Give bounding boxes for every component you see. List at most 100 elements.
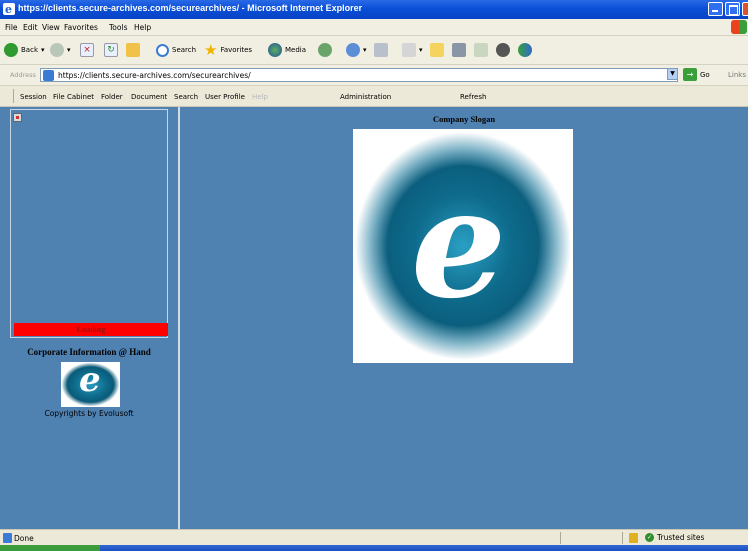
go-arrow-icon: →: [683, 68, 697, 81]
logo-letter: e: [79, 362, 101, 400]
ie-icon: e: [3, 3, 15, 16]
browser-toolbar: Back ▾ ▾ × ↻ Search ★ Favorites Media ▾ …: [0, 36, 748, 65]
menu-refresh[interactable]: Refresh: [460, 93, 486, 101]
discuss-button[interactable]: [430, 42, 444, 58]
media-icon: [268, 43, 282, 57]
menu-administration[interactable]: Administration: [340, 93, 391, 101]
window-titlebar: e https://clients.secure-archives.com/se…: [0, 0, 748, 19]
windows-logo-icon: [731, 20, 747, 34]
refresh-button[interactable]: ↻: [104, 42, 118, 58]
menu-favorites[interactable]: Favorites: [64, 23, 98, 32]
back-label: Back: [21, 46, 38, 54]
status-bar: Done ✓ Trusted sites: [0, 529, 748, 546]
menu-help-disabled: Help: [252, 93, 268, 101]
favorites-button[interactable]: ★ Favorites: [204, 42, 252, 58]
taskbar: [0, 545, 748, 551]
home-icon: [126, 43, 140, 57]
zone-label: Trusted sites: [657, 533, 705, 542]
address-url: https://clients.secure-archives.com/secu…: [58, 71, 251, 80]
menu-tools[interactable]: Tools: [109, 23, 127, 32]
go-label: Go: [700, 70, 710, 79]
status-separator: [560, 532, 561, 544]
people-icon: [518, 43, 532, 57]
page-icon: [43, 70, 54, 81]
status-text: Done: [14, 534, 34, 543]
menu-user-profile[interactable]: User Profile: [205, 93, 245, 101]
back-arrow-icon: [4, 43, 18, 57]
stop-button[interactable]: ×: [80, 42, 94, 58]
page-content: Loading Corporate Information @ Hand e C…: [0, 107, 748, 529]
menu-folder[interactable]: Folder: [101, 93, 123, 101]
print-icon: [374, 43, 388, 57]
history-button[interactable]: [318, 42, 332, 58]
edit-button[interactable]: ▾: [402, 42, 423, 58]
copyright-text: Copyrights by Evolusoft: [44, 409, 134, 418]
stop-icon: ×: [80, 43, 94, 57]
menu-edit[interactable]: Edit: [23, 23, 38, 32]
address-input[interactable]: https://clients.secure-archives.com/secu…: [40, 68, 678, 82]
address-dropdown[interactable]: ▼: [667, 68, 678, 80]
search-button[interactable]: Search: [156, 42, 196, 58]
broken-image-icon: [13, 113, 22, 122]
media-button[interactable]: Media: [268, 42, 306, 58]
favorites-label: Favorites: [220, 46, 253, 54]
mail-icon: [346, 43, 360, 57]
address-label: Address: [10, 71, 36, 79]
mail-button[interactable]: ▾: [346, 42, 367, 58]
corporate-tagline: Corporate Information @ Hand: [27, 347, 151, 357]
search-label: Search: [172, 46, 197, 54]
menu-help[interactable]: Help: [134, 23, 151, 32]
chevron-down-icon: ▾: [67, 46, 71, 54]
check-icon: ✓: [645, 533, 654, 542]
security-zone[interactable]: ✓ Trusted sites: [645, 533, 704, 542]
refresh-icon: ↻: [104, 43, 118, 57]
globe-icon: [496, 43, 510, 57]
history-icon: [318, 43, 332, 57]
maximize-button[interactable]: [725, 2, 740, 16]
back-button[interactable]: Back ▾: [4, 42, 45, 58]
research-button[interactable]: [452, 42, 466, 58]
go-button[interactable]: → Go: [683, 68, 710, 81]
navigation-frame: [10, 109, 168, 338]
window-title: https://clients.secure-archives.com/secu…: [18, 3, 363, 13]
forward-button[interactable]: ▾: [50, 42, 71, 58]
links-button[interactable]: Links: [728, 71, 746, 79]
forward-arrow-icon: [50, 43, 64, 57]
discuss-icon: [430, 43, 444, 57]
search-icon: [156, 43, 169, 57]
print-button[interactable]: [374, 42, 388, 58]
evolusoft-logo-large: e: [353, 129, 573, 363]
menu-session[interactable]: Session: [20, 93, 47, 101]
star-icon: ★: [204, 41, 218, 59]
messenger-button[interactable]: [474, 42, 488, 58]
lock-icon: [629, 533, 638, 543]
page-done-icon: [3, 533, 12, 543]
media-label: Media: [285, 46, 307, 54]
start-button[interactable]: [0, 545, 100, 551]
messenger-icon: [474, 43, 488, 57]
menu-file-cabinet[interactable]: File Cabinet: [53, 93, 94, 101]
minimize-button[interactable]: [708, 2, 723, 16]
menu-file[interactable]: File: [5, 23, 18, 32]
logo-letter-large: e: [411, 156, 507, 332]
company-slogan: Company Slogan: [432, 114, 496, 124]
menu-document[interactable]: Document: [131, 93, 167, 101]
browser-menubar: File Edit View Favorites Tools Help: [0, 19, 748, 36]
chevron-down-icon: ▾: [363, 46, 367, 54]
status-separator: [622, 532, 623, 544]
app-menubar: Session File Cabinet Folder Document Sea…: [0, 86, 748, 107]
people-button[interactable]: [518, 42, 532, 58]
home-button[interactable]: [126, 42, 140, 58]
chevron-down-icon: ▾: [419, 46, 423, 54]
chevron-down-icon: ▾: [41, 46, 45, 54]
toolbar-grip: [13, 89, 14, 103]
edit-icon: [402, 43, 416, 57]
evolusoft-logo-small: e: [61, 362, 120, 407]
globe-button[interactable]: [496, 42, 510, 58]
frame-divider[interactable]: [178, 107, 180, 529]
loading-bar: Loading: [14, 323, 168, 336]
research-icon: [452, 43, 466, 57]
menu-view[interactable]: View: [42, 23, 60, 32]
close-button[interactable]: [742, 2, 748, 16]
menu-search[interactable]: Search: [174, 93, 198, 101]
